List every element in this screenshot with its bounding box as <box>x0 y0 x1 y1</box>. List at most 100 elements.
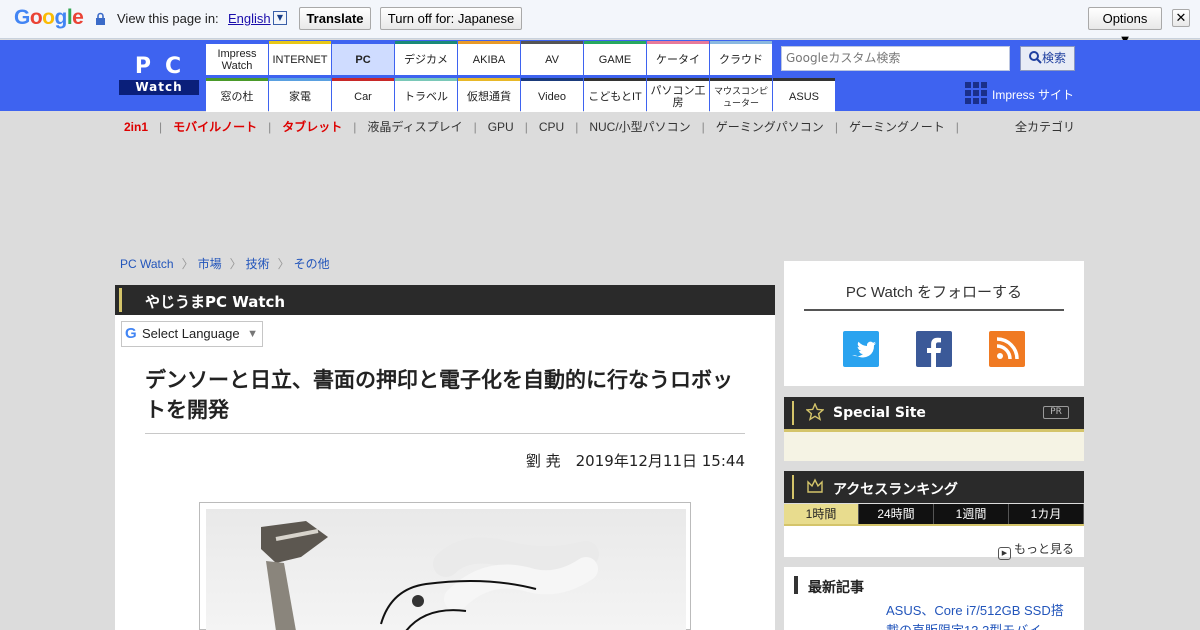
category-separator: | <box>473 120 477 134</box>
breadcrumb-item[interactable]: 市場 <box>198 257 222 271</box>
nav-item-6[interactable]: GAME <box>584 41 646 75</box>
article-headline: デンソーと日立、書面の押印と電子化を自動的に行なうロボットを開発 <box>145 368 733 422</box>
category-link[interactable]: モバイルノート <box>173 118 257 135</box>
category-link[interactable]: CPU <box>539 120 564 134</box>
turn-off-button[interactable]: Turn off for: Japanese <box>380 7 522 30</box>
article-panel: やじうまPC Watch G Select Language ▼ デンソーと日立… <box>115 285 775 630</box>
category-separator: | <box>834 120 838 134</box>
section-title[interactable]: やじうまPC Watch <box>145 291 285 312</box>
nav-item-6[interactable]: こどもとIT <box>584 78 646 112</box>
headline-divider <box>145 433 745 434</box>
nav-item-2[interactable]: PC <box>332 41 394 75</box>
search-input[interactable]: Googleカスタム検索 <box>781 46 1010 71</box>
search-icon <box>1028 51 1042 64</box>
nav-item-9[interactable]: ASUS <box>773 78 835 112</box>
category-separator: | <box>701 120 705 134</box>
category-link[interactable]: NUC/小型パソコン <box>589 118 690 135</box>
close-icon[interactable]: ✕ <box>1172 9 1190 27</box>
breadcrumb-item[interactable]: PC Watch <box>120 257 174 271</box>
follow-divider <box>804 309 1064 311</box>
nav-item-4[interactable]: AKIBA <box>458 41 520 75</box>
special-site-body <box>784 429 1084 461</box>
nav-item-0[interactable]: 窓の杜 <box>206 78 268 112</box>
view-page-label: View this page in: <box>117 11 219 26</box>
category-link[interactable]: ゲーミングノート <box>849 118 945 135</box>
crown-icon <box>807 478 823 493</box>
chevron-right-icon: 〉 <box>277 257 290 271</box>
category-link[interactable]: ゲーミングパソコン <box>716 118 824 135</box>
grid-icon[interactable] <box>965 82 987 104</box>
nav-item-8[interactable]: マウスコンピューター <box>710 78 772 112</box>
ranking-tab[interactable]: 24時間 <box>859 504 934 524</box>
pc-watch-logo[interactable]: PC Watch <box>119 55 199 95</box>
latest-articles: 最新記事 ASUS、Core i7/512GB SSD搭載の直販限定13.3型モ… <box>784 567 1084 630</box>
category-row: 2in1 | モバイルノート | タブレット | 液晶ディスプレイ | GPU | CPU | NUC/… <box>124 118 970 135</box>
language-select[interactable]: English <box>228 11 271 26</box>
twitter-icon[interactable] <box>843 331 879 367</box>
article-photo[interactable] <box>199 502 691 630</box>
nav-item-5[interactable]: AV <box>521 41 583 75</box>
play-icon: ▶ <box>997 547 1011 560</box>
nav-item-0[interactable]: Impress Watch <box>206 41 268 75</box>
nav-item-7[interactable]: ケータイ <box>647 41 709 75</box>
lock-icon <box>96 12 105 25</box>
nav-item-3[interactable]: トラベル <box>395 78 457 112</box>
section-bar: やじうまPC Watch <box>115 285 775 315</box>
chevron-down-icon: ▼ <box>247 328 258 340</box>
category-separator: | <box>524 120 528 134</box>
follow-title: PC Watch をフォローする <box>845 284 1023 301</box>
category-separator: | <box>268 120 272 134</box>
language-dropdown-icon[interactable]: ▼ <box>273 11 287 25</box>
robot-image <box>261 521 599 630</box>
category-link[interactable]: GPU <box>488 120 514 134</box>
chevron-right-icon: 〉 <box>229 257 242 271</box>
nav-item-1[interactable]: 家電 <box>269 78 331 112</box>
pr-badge: PR <box>1043 406 1069 419</box>
breadcrumb: PC Watch 〉市場〉技術〉その他 <box>120 255 334 272</box>
ranking-tab[interactable]: 1カ月 <box>1009 504 1084 524</box>
category-link[interactable]: 2in1 <box>124 120 148 134</box>
nav-item-3[interactable]: デジカメ <box>395 41 457 75</box>
category-separator: | <box>159 120 163 134</box>
rss-icon[interactable] <box>989 331 1025 367</box>
ranking-tab[interactable]: 1週間 <box>934 504 1009 524</box>
more-link[interactable]: ▶ もっと見る <box>997 540 1074 560</box>
nav-item-2[interactable]: Car <box>332 78 394 112</box>
nav-item-7[interactable]: パソコン工房 <box>647 78 709 112</box>
select-language-dropdown[interactable]: G Select Language ▼ <box>121 321 263 347</box>
translate-button[interactable]: Translate <box>299 7 371 30</box>
category-separator: | <box>575 120 579 134</box>
section-accent <box>119 288 122 312</box>
robot-photo <box>206 509 686 630</box>
article-byline: 劉 尭 2019年12月11日 15:44 <box>525 452 745 470</box>
nav-item-1[interactable]: INTERNET <box>269 41 331 75</box>
google-g-icon: G <box>125 325 137 342</box>
options-button[interactable]: Options ▼ <box>1088 7 1162 47</box>
category-separator: | <box>353 120 357 134</box>
ranking-title: アクセスランキング <box>833 482 958 498</box>
ranking-body: ▶ もっと見る <box>784 524 1084 560</box>
category-link[interactable]: タブレット <box>282 118 342 135</box>
google-logo: Google <box>14 6 84 29</box>
latest-title: 最新記事 <box>808 580 864 596</box>
search-button[interactable]: 検索 <box>1020 46 1075 71</box>
star-icon <box>806 403 824 421</box>
follow-widget: PC Watch をフォローする <box>784 261 1084 386</box>
chevron-right-icon: 〉 <box>181 257 194 271</box>
nav-item-4[interactable]: 仮想通貨 <box>458 78 520 112</box>
nav-item-5[interactable]: Video <box>521 78 583 112</box>
all-categories-link[interactable]: 全カテゴリ <box>1015 118 1075 135</box>
category-link[interactable]: 液晶ディスプレイ <box>367 118 462 135</box>
special-site-header: Special Site PR <box>784 397 1084 429</box>
ranking-tab[interactable]: 1時間 <box>784 504 859 524</box>
category-separator: | <box>955 120 959 134</box>
special-site-title: Special Site <box>833 405 926 421</box>
latest-article-link[interactable]: ASUS、Core i7/512GB SSD搭載の直販限定13.3型モバイ <box>886 601 1076 630</box>
nav-item-8[interactable]: クラウド <box>710 41 772 75</box>
facebook-icon[interactable] <box>916 331 952 367</box>
impress-site-link[interactable]: Impress サイト <box>992 86 1074 103</box>
translate-bar: Google View this page in: English ▼ Tran… <box>0 0 1200 47</box>
breadcrumb-item[interactable]: その他 <box>294 257 330 271</box>
ranking-header: アクセスランキング <box>784 471 1084 503</box>
breadcrumb-item[interactable]: 技術 <box>246 257 270 271</box>
